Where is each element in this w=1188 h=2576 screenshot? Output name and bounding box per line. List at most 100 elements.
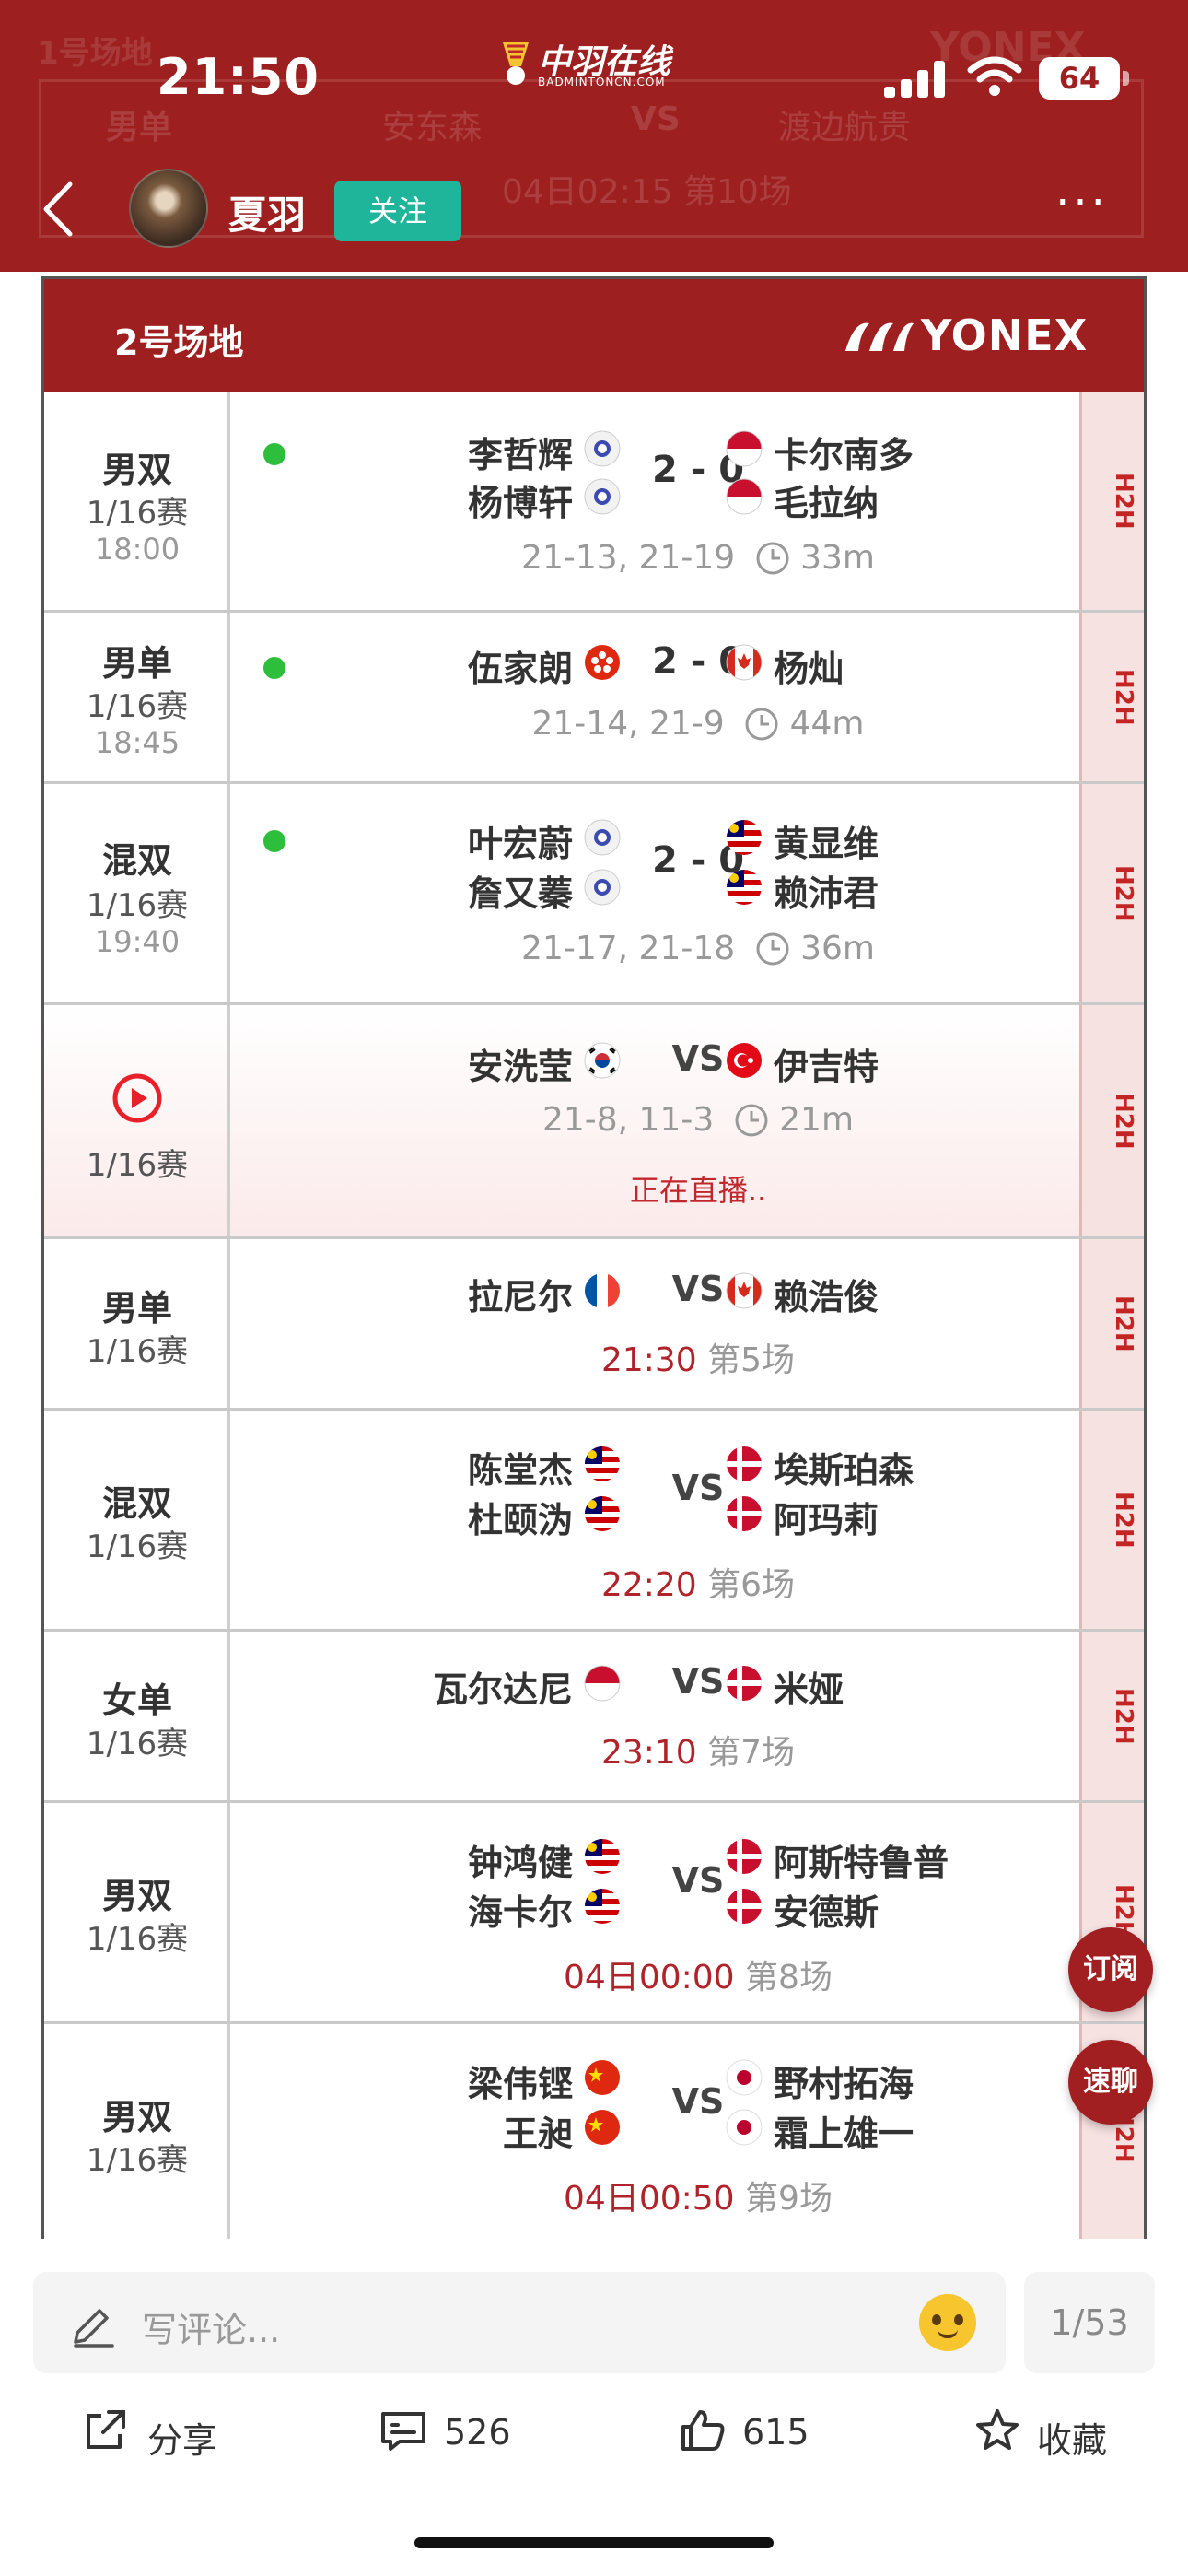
play-live-icon[interactable] (112, 1073, 162, 1123)
cellular-signal-icon (884, 61, 949, 98)
app-logo: 中羽在线 BADMINTONCN.COM (497, 35, 691, 90)
ghost-vs: VS (631, 100, 681, 138)
flag-denmark-icon (727, 1496, 762, 1531)
h2h-label: H2H (1110, 1092, 1137, 1150)
round-label: 1/16赛 (86, 1726, 189, 1762)
player-left-1: 拉尼尔 (467, 1277, 573, 1317)
h2h-button[interactable]: H2H (1079, 1005, 1144, 1236)
h2h-button[interactable]: H2H (1079, 784, 1144, 1002)
ghost-court-label: 1号场地 (37, 35, 153, 72)
match-row[interactable]: 男双 1/16赛 18:00 李哲辉 杨博轩 2 - 0 卡尔南多 毛拉纳 21… (44, 392, 1144, 613)
ghost-time: 04日02:15 第10场 (502, 173, 792, 211)
wifi-icon (967, 56, 1022, 96)
match-row[interactable]: 男单 1/16赛 18:45 伍家朗 2 - 0 杨灿 21-14, 21-9 … (44, 613, 1144, 784)
subscribe-button[interactable]: 订阅 (1068, 1927, 1153, 2012)
scheduled-time: 04日00:50 第9场 (477, 2172, 919, 2219)
game-scores: 21-13, 21-19 33m (477, 539, 919, 577)
like-count: 615 (742, 2412, 809, 2453)
round-label: 1/16赛 (86, 887, 189, 924)
yonex-logo: YONEX (842, 309, 1087, 364)
flag-malaysia-icon (585, 1839, 620, 1874)
flag-denmark-icon (727, 1666, 762, 1701)
player-left-2: 詹又蓁 (467, 873, 573, 914)
player-right-2: 毛拉纳 (774, 483, 879, 523)
flag-malaysia-icon (585, 1889, 620, 1924)
match-order: 第9场 (745, 2180, 833, 2218)
match-duration: 36m (800, 930, 875, 967)
player-left-1: 叶宏蔚 (467, 824, 573, 864)
emoji-icon[interactable] (919, 2294, 976, 2351)
player-right-2: 阿玛莉 (774, 1500, 879, 1540)
court-title: 2号场地 (114, 322, 244, 363)
player-left-1: 钟鸿健 (467, 1843, 573, 1883)
player-right-2: 霜上雄一 (774, 2113, 914, 2154)
player-right-1: 卡尔南多 (774, 435, 914, 475)
like-button[interactable]: 615 (678, 2392, 834, 2475)
share-label: 分享 (147, 2420, 218, 2461)
more-options-button[interactable]: ··· (1050, 181, 1114, 230)
match-order: 第8场 (745, 1959, 833, 1996)
h2h-button[interactable]: H2H (1079, 1411, 1144, 1629)
battery-level: 64 (1039, 57, 1120, 100)
player-right-1: 黄显维 (774, 824, 879, 864)
author-avatar[interactable] (129, 169, 208, 248)
event-type: 混双 (101, 1483, 172, 1524)
author-name[interactable]: 夏羽 (228, 184, 306, 240)
share-icon (87, 2410, 125, 2449)
comments-button[interactable]: 526 (378, 2392, 534, 2475)
start-time: 18:00 (94, 532, 181, 567)
player-left-2: 杜颐沩 (467, 1500, 573, 1540)
match-row[interactable]: 女单 1/16赛 瓦尔达尼 VS 米娅 23:10 第7场 H2H (44, 1632, 1144, 1803)
ghost-player-right: 渡边航贵 (778, 109, 912, 146)
back-chevron-icon[interactable] (37, 177, 79, 241)
match-info-column: 男单 1/16赛 18:45 (44, 613, 230, 781)
round-label: 1/16赛 (86, 1333, 189, 1370)
h2h-button[interactable]: H2H (1079, 613, 1144, 781)
start-time: 21:30 (600, 1341, 697, 1379)
player-left-1: 李哲辉 (467, 435, 573, 475)
h2h-label: H2H (1110, 1687, 1137, 1745)
event-type: 男双 (101, 1876, 172, 1916)
event-type: 男双 (101, 450, 172, 490)
ghost-event: 男单 (106, 109, 173, 146)
h2h-label: H2H (1110, 1294, 1137, 1352)
match-row[interactable]: 男双 1/16赛 钟鸿健 海卡尔 VS 阿斯特鲁普 安德斯 04日00:00 第… (44, 1803, 1144, 2024)
follow-button[interactable]: 关注 (334, 181, 461, 241)
match-duration: 44m (789, 705, 865, 743)
h2h-button[interactable]: H2H (1079, 1239, 1144, 1408)
flag-japan-icon (726, 2059, 763, 2096)
share-button[interactable]: 分享 (81, 2392, 228, 2475)
flag-china-icon (585, 2110, 620, 2145)
page-counter[interactable]: 1/53 (1024, 2272, 1155, 2373)
match-info-column: 混双 1/16赛 19:40 (44, 784, 230, 1002)
scheduled-time: 22:20 第6场 (477, 1558, 919, 1606)
match-info-column: 女单 1/16赛 (44, 1632, 230, 1800)
match-info-column: 混双 1/16赛 (44, 1411, 230, 1629)
favorite-button[interactable]: 收藏 (973, 2392, 1129, 2475)
match-row[interactable]: 混双 1/16赛 陈堂杰 杜颐沩 VS 埃斯珀森 阿玛莉 22:20 第6场 H… (44, 1411, 1144, 1632)
h2h-button[interactable]: H2H (1079, 392, 1144, 610)
match-score: 2 - 0 (651, 839, 745, 882)
match-info-column: 1/16赛 (44, 1005, 230, 1236)
status-icons: 64 (884, 55, 1133, 101)
match-duration: 21m (779, 1101, 855, 1139)
logo-subtext: BADMINTONCN.COM (538, 76, 666, 88)
match-row-live[interactable]: 1/16赛 安洗莹 VS 伊吉特 21-8, 11-3 21m 正在直播.. H… (44, 1005, 1144, 1239)
flag-turkey-icon (727, 1043, 762, 1078)
match-row[interactable]: 男双 1/16赛 梁伟铿 王昶 VS 野村拓海 霜上雄一 04日00:50 第9… (44, 2024, 1144, 2239)
live-status[interactable]: 正在直播.. (477, 1167, 919, 1210)
match-row[interactable]: 混双 1/16赛 19:40 叶宏蔚 詹又蓁 2 - 0 黄显维 赖沛君 21-… (44, 784, 1144, 1005)
scheduled-time: 23:10 第7场 (477, 1726, 919, 1774)
flag-denmark-icon (727, 1839, 762, 1874)
round-label: 1/16赛 (86, 1528, 189, 1565)
player-right-1: 赖浩俊 (774, 1277, 879, 1317)
event-type: 男单 (101, 1288, 172, 1329)
comment-input[interactable]: 写评论... (33, 2272, 1006, 2373)
status-time: 21:50 (157, 48, 320, 106)
round-label: 1/16赛 (86, 2142, 189, 2179)
match-row[interactable]: 男单 1/16赛 拉尼尔 VS 赖浩俊 21:30 第5场 H2H (44, 1239, 1144, 1411)
quick-chat-button[interactable]: 速聊 (1068, 2040, 1153, 2125)
action-bar: 分享 526 615 收藏 (0, 2392, 1188, 2475)
player-left-2: 海卡尔 (467, 1892, 573, 1933)
h2h-button[interactable]: H2H (1079, 1632, 1144, 1800)
